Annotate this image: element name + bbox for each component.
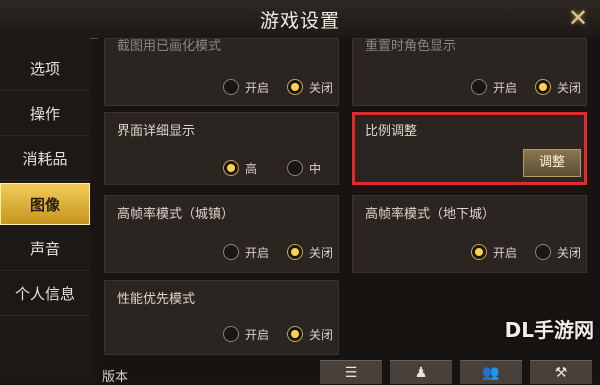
option-label: 开启 [245, 81, 270, 95]
option-label: 关闭 [557, 81, 582, 95]
radio-off[interactable] [535, 79, 551, 95]
group-icon[interactable]: 👥 [460, 360, 522, 384]
option-label: 开启 [493, 246, 518, 260]
setting-label: 重置时角色显示 [365, 39, 457, 54]
setting-hfr-dungeon: 高帧率模式（地下城） 开启 关闭 [352, 195, 587, 273]
setting-label: 高帧率模式（地下城） [365, 207, 496, 222]
radio-on[interactable] [223, 244, 239, 260]
version-label: 版本 [102, 370, 129, 385]
option-label: 开启 [493, 81, 518, 95]
option-label: 开启 [245, 328, 270, 342]
setting-label: 截图用已画化模式 [117, 39, 222, 54]
option-label: 关闭 [309, 246, 334, 260]
sidebar-item-consumables[interactable]: 消耗品 [0, 138, 90, 181]
option-label: 关闭 [309, 81, 334, 95]
setting-label: 高帧率模式（城镇） [117, 207, 235, 222]
setting-screenshot-mode: 截图用已画化模式 开启 关闭 [104, 38, 339, 106]
option-label: 中 [309, 162, 322, 176]
close-icon[interactable]: ✕ [564, 4, 592, 32]
radio-off[interactable] [287, 79, 303, 95]
option-label: 关闭 [557, 246, 582, 260]
radio-high[interactable] [223, 160, 239, 176]
setting-hfr-town: 高帧率模式（城镇） 开启 关闭 [104, 195, 339, 273]
setting-label: 性能优先模式 [117, 292, 196, 307]
list-icon[interactable]: ☰ [320, 360, 382, 384]
sidebar-item-graphics[interactable]: 图像 [0, 183, 90, 225]
sidebar: 选项 操作 消耗品 图像 声音 个人信息 [0, 38, 90, 383]
radio-on[interactable] [223, 326, 239, 342]
radio-on[interactable] [471, 79, 487, 95]
option-label: 关闭 [309, 328, 334, 342]
watermark: DL手游网 [504, 318, 594, 342]
tool-icon[interactable]: ⚒ [530, 360, 592, 384]
setting-detail-display: 界面详细显示 高 中 [104, 112, 339, 185]
sidebar-item-options[interactable]: 选项 [0, 48, 90, 91]
sidebar-item-controls[interactable]: 操作 [0, 93, 90, 136]
radio-on[interactable] [471, 244, 487, 260]
setting-performance: 性能优先模式 开启 关闭 [104, 280, 339, 355]
radio-off[interactable] [535, 244, 551, 260]
sidebar-item-sound[interactable]: 声音 [0, 228, 90, 271]
title-bar: 游戏设置 ✕ [0, 0, 600, 39]
radio-off[interactable] [287, 326, 303, 342]
sidebar-item-profile[interactable]: 个人信息 [0, 273, 90, 316]
setting-label: 界面详细显示 [117, 124, 196, 139]
window-title: 游戏设置 [259, 10, 340, 32]
option-label: 高 [245, 162, 258, 176]
radio-medium[interactable] [287, 160, 303, 176]
setting-character-display: 重置时角色显示 开启 关闭 [352, 38, 587, 106]
option-label: 开启 [245, 246, 270, 260]
radio-on[interactable] [223, 79, 239, 95]
highlight-box [352, 112, 587, 185]
character-icon[interactable]: ♟ [390, 360, 452, 384]
radio-off[interactable] [287, 244, 303, 260]
